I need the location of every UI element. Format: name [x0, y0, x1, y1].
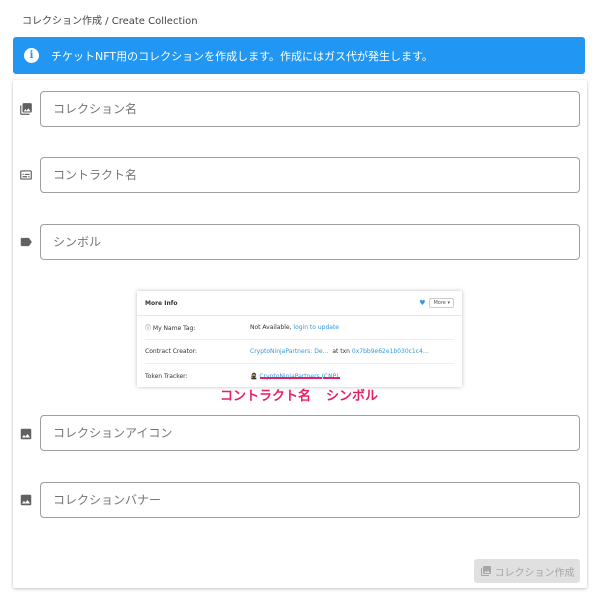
create-collection-button[interactable]: コレクション作成	[474, 559, 580, 583]
contract-name-underline	[260, 377, 322, 379]
ref-row-name-tag: ⓘ My Name Tag: Not Available, login to u…	[145, 316, 454, 340]
info-alert: i チケットNFT用のコレクションを作成します。作成にはガス代が発生します。	[13, 37, 585, 74]
symbol-field[interactable]	[40, 224, 580, 260]
label-icon	[20, 237, 32, 247]
ref-title: More Info	[145, 299, 178, 307]
alert-message: チケットNFT用のコレクションを作成します。作成にはガス代が発生します。	[51, 49, 433, 63]
photo-library-icon	[20, 103, 32, 115]
create-collection-label: コレクション作成	[494, 567, 575, 579]
symbol-underline	[323, 377, 340, 379]
breadcrumb: コレクション作成 / Create Collection	[22, 16, 198, 27]
contract-name-field[interactable]	[40, 157, 580, 193]
etherscan-reference-image: More Info ♥ More ▾ ⓘ My Name Tag: Not Av…	[137, 291, 462, 387]
ref-more-button: More ▾	[429, 298, 454, 308]
collection-banner-input[interactable]	[53, 483, 567, 517]
symbol-input[interactable]	[53, 225, 567, 259]
heart-icon: ♥	[419, 299, 426, 307]
contract-name-input[interactable]	[53, 158, 567, 192]
collection-icon-field[interactable]	[40, 415, 580, 451]
photo-library-icon	[480, 566, 491, 576]
collection-name-input[interactable]	[53, 92, 567, 126]
annotation-contract-name: コントラクト名	[220, 389, 312, 404]
subtitles-icon	[20, 170, 32, 180]
ref-row-contract-creator: Contract Creator: CryptoNinjaPartners: D…	[145, 340, 454, 364]
annotation-symbol: シンボル	[326, 389, 379, 404]
collection-icon-input[interactable]	[53, 416, 567, 450]
collection-name-field[interactable]	[40, 91, 580, 127]
image-icon	[20, 428, 32, 440]
collection-banner-field[interactable]	[40, 482, 580, 518]
ninja-token-icon: 🥷	[250, 372, 258, 380]
image-icon	[20, 494, 32, 506]
info-icon: i	[24, 48, 39, 63]
